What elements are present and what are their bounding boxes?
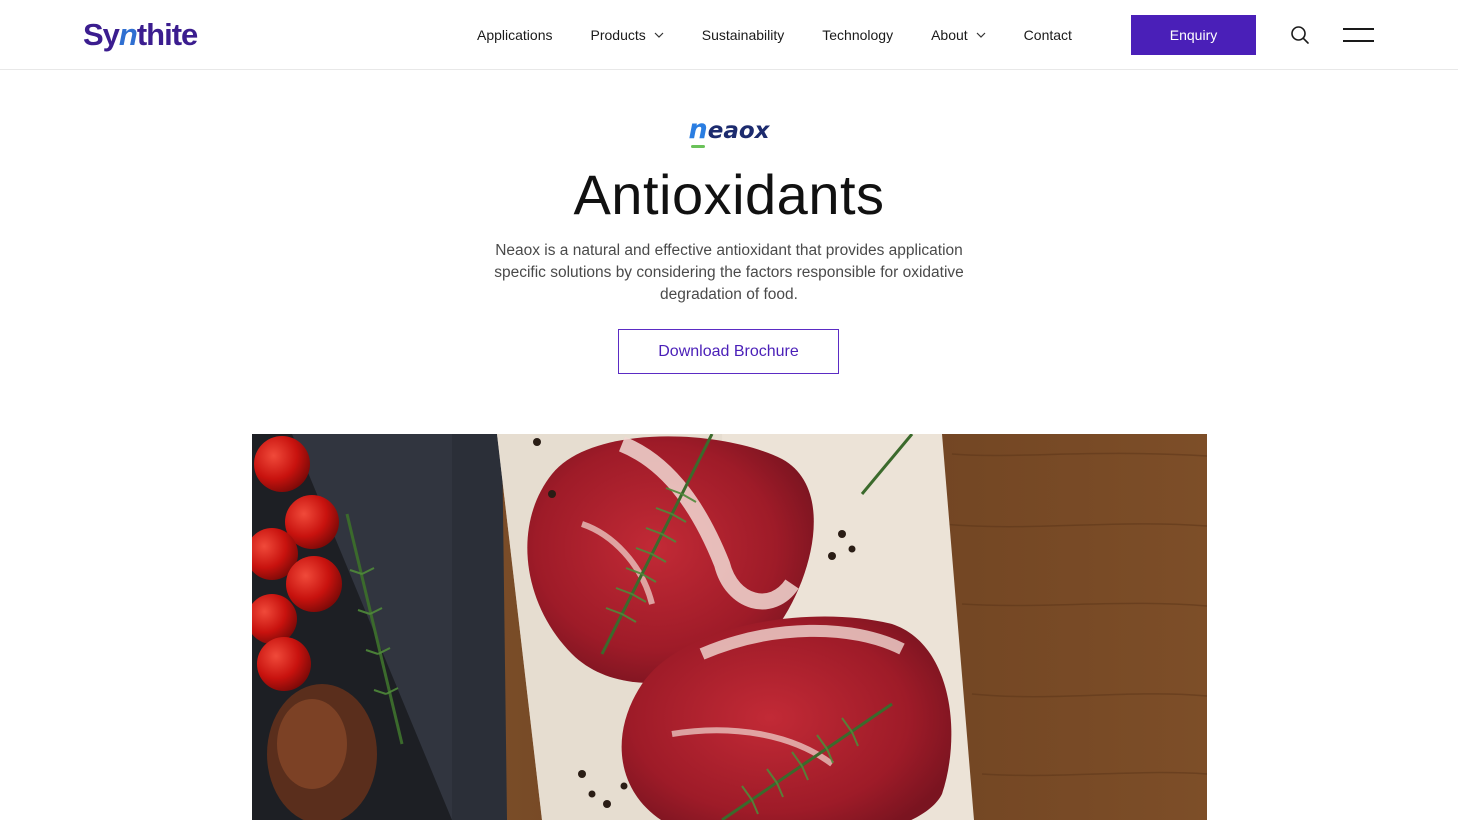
- nav-label: Sustainability: [701, 27, 785, 43]
- product-description: Neaox is a natural and effective antioxi…: [494, 242, 964, 303]
- nav-label: About: [931, 27, 968, 43]
- site-header: Synthite Applications Products Sustainab…: [0, 0, 1458, 70]
- nav-item-applications[interactable]: Applications: [477, 27, 553, 43]
- page-title: Antioxidants: [573, 163, 885, 226]
- neaox-brand: n eaox: [0, 114, 1458, 148]
- main-nav: Applications Products Sustainability Tec…: [477, 0, 1110, 70]
- logo-text-accent: n: [118, 16, 138, 52]
- hamburger-menu-icon[interactable]: [1343, 27, 1375, 43]
- neaox-logo: n eaox: [688, 114, 770, 148]
- nav-label: Products: [590, 27, 646, 43]
- nav-label: Applications: [477, 27, 553, 43]
- synthite-logo[interactable]: Synthite: [83, 14, 198, 54]
- nav-item-contact[interactable]: Contact: [1024, 27, 1072, 43]
- chevron-down-icon: [654, 32, 664, 38]
- neaox-logo-accent: n: [688, 114, 708, 148]
- logo-wordmark: Synthite: [83, 16, 198, 52]
- nav-item-technology[interactable]: Technology: [822, 27, 893, 43]
- logo-text-start: Sy: [83, 16, 120, 52]
- logo-text-end: thite: [136, 16, 198, 52]
- nav-label: Contact: [1023, 27, 1072, 43]
- chevron-down-icon: [976, 32, 986, 38]
- neaox-logo-text: eaox: [707, 118, 770, 144]
- nav-item-about[interactable]: About: [931, 27, 986, 43]
- download-brochure-button[interactable]: Download Brochure: [618, 329, 839, 374]
- hero-image: [252, 434, 1207, 820]
- steak-illustration: [252, 434, 1207, 820]
- search-icon[interactable]: [1289, 24, 1311, 46]
- nav-label: Technology: [822, 27, 894, 43]
- nav-item-sustainability[interactable]: Sustainability: [702, 27, 785, 43]
- enquiry-button[interactable]: Enquiry: [1131, 15, 1256, 55]
- nav-item-products[interactable]: Products: [591, 27, 664, 43]
